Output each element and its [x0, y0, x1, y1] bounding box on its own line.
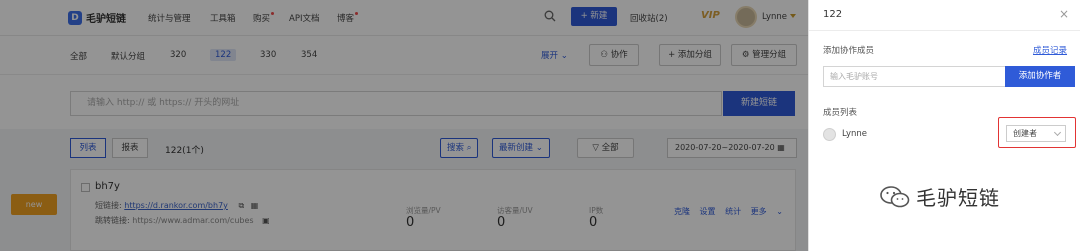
collab-button[interactable]: ⚇ 协作	[589, 44, 639, 66]
notification-dot	[355, 12, 359, 15]
redirect-url-row: 跳转链接: https://www.admar.com/cubes ▣	[95, 215, 270, 226]
edit-icon[interactable]: ▣	[262, 216, 270, 225]
nav-tools[interactable]: 工具箱	[210, 12, 236, 24]
add-group-button[interactable]: + 添加分组	[659, 44, 721, 66]
manage-group-button[interactable]: ⚙ 管理分组	[731, 44, 797, 66]
more-action[interactable]: 更多 ⌄	[751, 207, 790, 216]
short-url-row: 短链接: https://d.rankor.com/bh7y ⧉ ▦	[95, 200, 258, 211]
drawer-title: 122	[823, 9, 843, 20]
group-tab-330[interactable]: 330	[260, 50, 276, 60]
create-short-link-button[interactable]: 新建短链	[723, 91, 795, 116]
new-tag: new	[11, 194, 57, 215]
sort-select[interactable]: 最新创建 ⌄	[492, 138, 550, 158]
search-label: 搜索	[447, 143, 465, 153]
recycle-bin-link[interactable]: 回收站(2)	[630, 12, 668, 24]
link-title[interactable]: bh7y	[95, 181, 120, 192]
chevron-down-icon	[1053, 128, 1062, 137]
avatar	[823, 128, 836, 141]
date-range-text: 2020-07-20~2020-07-20	[675, 143, 775, 152]
role-select[interactable]: 创建者	[1006, 125, 1066, 142]
redirect-url-label: 跳转链接:	[95, 216, 130, 225]
uv-value: 0	[497, 215, 506, 230]
redirect-url-link[interactable]: https://www.admar.com/cubes	[132, 216, 253, 225]
collab-label: 协作	[610, 50, 628, 60]
group-tab-354[interactable]: 354	[301, 50, 317, 60]
sort-label: 最新创建	[499, 143, 534, 153]
nav-blog-label: 博客	[337, 14, 355, 24]
filter-icon: ▽	[592, 143, 599, 153]
short-url-link[interactable]: https://d.rankor.com/bh7y	[124, 201, 228, 210]
stats-action[interactable]: 统计	[725, 207, 741, 216]
add-collaborator-button[interactable]: 添加协作者	[1005, 66, 1075, 87]
watermark-text: 毛驴短链	[916, 186, 1000, 210]
filter-label: 全部	[601, 143, 619, 153]
logo-text: 毛驴短链	[86, 14, 126, 25]
manage-group-label: 管理分组	[752, 50, 787, 60]
search-icon: ⌕	[466, 143, 472, 153]
member-name: Lynne	[842, 129, 867, 139]
chevron-down-icon: ⌄	[535, 143, 543, 153]
group-tabs: 全部 默认分组 320 122 330 354 展开 ⌄ ⚇ 协作 + 添加分组…	[0, 36, 808, 74]
gear-icon: ⚙	[741, 50, 750, 60]
search-button[interactable]: 搜索 ⌕	[440, 138, 479, 158]
chevron-down-icon: ⌄	[560, 51, 568, 61]
member-records-link[interactable]: 成员记录	[1033, 44, 1067, 56]
link-count: 122(1个)	[165, 146, 204, 156]
copy-icon[interactable]: ⧉	[238, 201, 244, 210]
close-icon[interactable]: ×	[1059, 7, 1069, 21]
more-label: 更多	[750, 207, 767, 216]
username[interactable]: Lynne	[762, 12, 787, 22]
divider	[809, 30, 1080, 31]
select-checkbox[interactable]	[81, 183, 90, 192]
list-toolbar: 列表 报表 122(1个) 搜索 ⌕ 最新创建 ⌄ ▽ 全部 2020-07-2…	[0, 129, 808, 169]
collaborator-drawer: 122 × 添加协作成员 成员记录 输入毛驴账号 添加协作者 成员列表 Lynn…	[808, 0, 1080, 251]
group-tab-default[interactable]: 默认分组	[111, 50, 145, 62]
logo-icon: D	[68, 10, 82, 25]
link-card: bh7y 短链接: https://d.rankor.com/bh7y ⧉ ▦ …	[70, 169, 796, 251]
avatar[interactable]	[735, 6, 757, 28]
nav-api[interactable]: API文档	[289, 12, 319, 24]
chevron-down-icon[interactable]	[790, 14, 796, 18]
nav-buy[interactable]: 购买	[253, 12, 275, 24]
group-tab-320[interactable]: 320	[170, 50, 186, 60]
role-value: 创建者	[1013, 129, 1037, 138]
chevron-down-icon: ⌄	[776, 207, 783, 216]
date-range-picker[interactable]: 2020-07-20~2020-07-20 ▦	[667, 138, 797, 158]
account-input[interactable]: 输入毛驴账号	[823, 66, 1006, 87]
filter-button[interactable]: ▽ 全部	[577, 138, 634, 158]
group-tab-122[interactable]: 122	[210, 49, 237, 61]
top-navbar: D 毛驴短链 统计与管理 工具箱 购买 API文档 博客 + 新建 回收站(2)…	[0, 0, 808, 36]
view-tab-report[interactable]: 报表	[112, 138, 148, 158]
user-icon: ⚇	[600, 50, 608, 60]
url-input[interactable]: 请输入 http:// 或 https:// 开头的网址	[70, 91, 722, 116]
nav-buy-label: 购买	[253, 14, 271, 24]
search-icon[interactable]	[544, 10, 556, 22]
add-member-label: 添加协作成员	[823, 46, 875, 56]
pv-value: 0	[406, 215, 415, 230]
nav-blog[interactable]: 博客	[337, 12, 359, 24]
group-tab-all[interactable]: 全部	[70, 50, 87, 62]
url-create-bar: 请输入 http:// 或 https:// 开头的网址 新建短链	[0, 74, 808, 129]
nav-stats[interactable]: 统计与管理	[148, 12, 191, 24]
clone-action[interactable]: 克隆	[674, 207, 690, 216]
watermark: 毛驴短链	[880, 182, 1000, 211]
notification-dot	[271, 12, 275, 15]
short-url-label: 短链接:	[95, 201, 122, 210]
wechat-icon	[880, 185, 910, 207]
expand-toggle[interactable]: 展开 ⌄	[541, 49, 568, 61]
new-button[interactable]: + 新建	[571, 7, 617, 26]
calendar-icon: ▦	[777, 143, 785, 152]
member-list-label: 成员列表	[823, 108, 858, 118]
app-logo[interactable]: D 毛驴短链	[68, 10, 126, 25]
settings-action[interactable]: 设置	[700, 207, 716, 216]
view-tab-list[interactable]: 列表	[70, 138, 106, 158]
card-actions: 克隆 设置 统计 更多 ⌄	[674, 206, 797, 217]
qrcode-icon[interactable]: ▦	[251, 201, 259, 210]
ip-value: 0	[589, 215, 598, 230]
expand-label: 展开	[541, 51, 559, 61]
vip-badge[interactable]: VIP	[701, 10, 720, 21]
